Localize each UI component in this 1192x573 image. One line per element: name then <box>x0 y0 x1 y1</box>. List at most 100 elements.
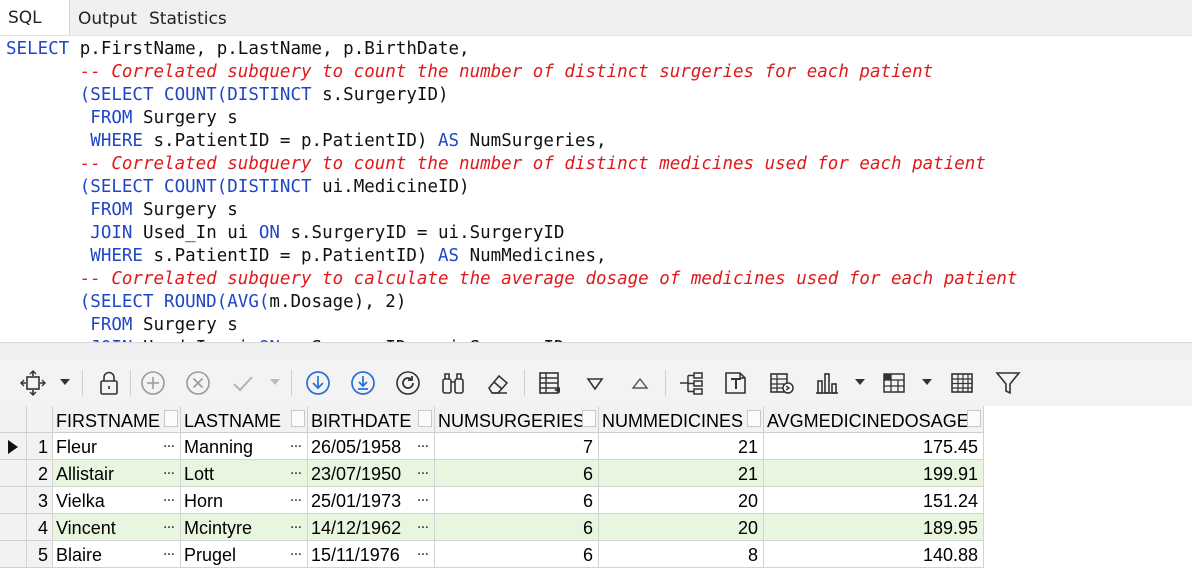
cell-lastname[interactable]: Prugel… <box>181 541 308 568</box>
cell-ellipsis-button[interactable]: … <box>290 517 302 531</box>
cell-avgmedicinedosage[interactable]: 151.24 <box>764 487 984 514</box>
cell-birthdate[interactable]: 14/12/1962… <box>308 514 435 541</box>
column-header-birthdate[interactable]: BIRTHDATE <box>308 406 435 433</box>
row-indicator[interactable] <box>0 514 27 541</box>
column-header-firstname[interactable]: FIRSTNAME <box>53 406 181 433</box>
cell-nummedicines[interactable]: 21 <box>599 460 764 487</box>
cell-nummedicines[interactable]: 20 <box>599 487 764 514</box>
post-edit-button[interactable] <box>228 368 258 398</box>
cell-birthdate[interactable]: 25/01/1973… <box>308 487 435 514</box>
navigator-button[interactable] <box>18 368 48 398</box>
column-sort-toggle[interactable] <box>291 410 305 427</box>
table-row[interactable]: 5 Blaire … Prugel … 15/11/1976 … 6 8 140.88 <box>0 541 984 568</box>
cell-lastname[interactable]: Mcintyre… <box>181 514 308 541</box>
column-header-lastname[interactable]: LASTNAME <box>181 406 308 433</box>
lock-button[interactable] <box>94 368 124 398</box>
grid-view-button[interactable] <box>947 368 977 398</box>
cell-ellipsis-button[interactable]: … <box>163 517 175 531</box>
lock-icon <box>100 371 118 395</box>
column-sort-toggle[interactable] <box>747 410 761 427</box>
cell-avgmedicinedosage[interactable]: 140.88 <box>764 541 984 568</box>
cell-ellipsis-button[interactable]: … <box>163 490 175 504</box>
cell-ellipsis-button[interactable]: … <box>417 463 429 477</box>
cell-firstname[interactable]: Allistair… <box>53 460 181 487</box>
cell-ellipsis-button[interactable]: … <box>290 544 302 558</box>
column-sort-toggle[interactable] <box>164 410 178 427</box>
cell-lastname[interactable]: Manning… <box>181 433 308 460</box>
cell-avgmedicinedosage[interactable]: 175.45 <box>764 433 984 460</box>
cell-numsurgeries[interactable]: 6 <box>435 514 599 541</box>
tab-sql[interactable]: SQL <box>0 0 70 35</box>
tab-statistics[interactable]: Statistics <box>149 9 227 29</box>
navigator-dropdown-caret[interactable] <box>60 379 70 385</box>
row-indicator[interactable] <box>0 433 27 460</box>
add-record-button[interactable] <box>138 368 168 398</box>
row-indicator[interactable] <box>0 487 27 514</box>
column-sort-toggle[interactable] <box>418 410 432 427</box>
cell-ellipsis-button[interactable]: … <box>417 490 429 504</box>
cell-firstname[interactable]: Vincent… <box>53 514 181 541</box>
post-edit-dropdown-caret[interactable] <box>270 379 280 385</box>
chart-dropdown-caret[interactable] <box>855 379 865 385</box>
clear-button[interactable] <box>483 368 513 398</box>
cell-birthdate[interactable]: 26/05/1958… <box>308 433 435 460</box>
tree-view-button[interactable] <box>676 368 706 398</box>
row-indicator[interactable] <box>0 460 27 487</box>
table-row[interactable]: 1 Fleur … Manning … 26/05/1958 … 7 21 175.45 <box>0 433 984 460</box>
cell-numsurgeries[interactable]: 6 <box>435 460 599 487</box>
cell-nummedicines[interactable]: 21 <box>599 433 764 460</box>
column-header-avgmedicinedosage[interactable]: AVGMEDICINEDOSAGE <box>764 406 984 433</box>
cell-avgmedicinedosage[interactable]: 199.91 <box>764 460 984 487</box>
cell-ellipsis-button[interactable]: … <box>290 436 302 450</box>
table-row[interactable]: 4 Vincent … Mcintyre … 14/12/1962 … 6 20 189.95 <box>0 514 984 541</box>
single-record-view-button[interactable] <box>535 368 565 398</box>
cell-nummedicines[interactable]: 8 <box>599 541 764 568</box>
pivot-dropdown-caret[interactable] <box>922 379 932 385</box>
sort-ascending-button[interactable] <box>625 368 655 398</box>
cell-nummedicines[interactable]: 20 <box>599 514 764 541</box>
cell-ellipsis-button[interactable]: … <box>163 544 175 558</box>
cell-avgmedicinedosage[interactable]: 189.95 <box>764 514 984 541</box>
export-grid-button[interactable] <box>766 368 796 398</box>
row-indicator[interactable] <box>0 541 27 568</box>
cell-ellipsis-button[interactable]: … <box>290 490 302 504</box>
cell-firstname[interactable]: Blaire… <box>53 541 181 568</box>
cell-numsurgeries[interactable]: 7 <box>435 433 599 460</box>
delete-record-button[interactable] <box>183 368 213 398</box>
sql-line: (SELECT COUNT(DISTINCT s.SurgeryID) <box>6 84 1017 107</box>
pane-splitter[interactable] <box>0 342 1192 360</box>
pivot-button[interactable] <box>879 368 909 398</box>
sql-editor[interactable]: SELECT p.FirstName, p.LastName, p.BirthD… <box>0 35 1192 342</box>
cell-lastname[interactable]: Lott… <box>181 460 308 487</box>
result-grid[interactable]: FIRSTNAME LASTNAME BIRTHDATE NUMSURGERIE… <box>0 406 1192 573</box>
cell-ellipsis-button[interactable]: … <box>417 517 429 531</box>
cell-ellipsis-button[interactable]: … <box>417 544 429 558</box>
column-sort-toggle[interactable] <box>967 410 981 427</box>
cell-birthdate[interactable]: 23/07/1950… <box>308 460 435 487</box>
table-row[interactable]: 3 Vielka … Horn … 25/01/1973 … 6 20 151.24 <box>0 487 984 514</box>
refresh-button[interactable] <box>393 368 423 398</box>
sort-descending-button[interactable] <box>580 368 610 398</box>
cell-numsurgeries[interactable]: 6 <box>435 541 599 568</box>
column-header-numsurgeries[interactable]: NUMSURGERIES <box>435 406 599 433</box>
cell-ellipsis-button[interactable]: … <box>417 436 429 450</box>
fetch-last-button[interactable] <box>348 368 378 398</box>
cell-firstname[interactable]: Fleur… <box>53 433 181 460</box>
column-sort-toggle[interactable] <box>582 410 596 427</box>
tab-output[interactable]: Output <box>78 9 137 29</box>
chart-button[interactable] <box>812 368 842 398</box>
column-header-nummedicines[interactable]: NUMMEDICINES <box>599 406 764 433</box>
cell-lastname[interactable]: Horn… <box>181 487 308 514</box>
cell-ellipsis-button[interactable]: … <box>163 463 175 477</box>
cell-ellipsis-button[interactable]: … <box>163 436 175 450</box>
filter-button[interactable] <box>993 368 1023 398</box>
search-records-button[interactable] <box>438 368 468 398</box>
table-row[interactable]: 2 Allistair … Lott … 23/07/1950 … 6 21 199.91 <box>0 460 984 487</box>
cell-numsurgeries[interactable]: 6 <box>435 487 599 514</box>
export-text-button[interactable] <box>721 368 751 398</box>
sql-code[interactable]: SELECT p.FirstName, p.LastName, p.BirthD… <box>6 38 1017 342</box>
cell-birthdate[interactable]: 15/11/1976… <box>308 541 435 568</box>
cell-firstname[interactable]: Vielka… <box>53 487 181 514</box>
cell-ellipsis-button[interactable]: … <box>290 463 302 477</box>
fetch-next-button[interactable] <box>303 368 333 398</box>
